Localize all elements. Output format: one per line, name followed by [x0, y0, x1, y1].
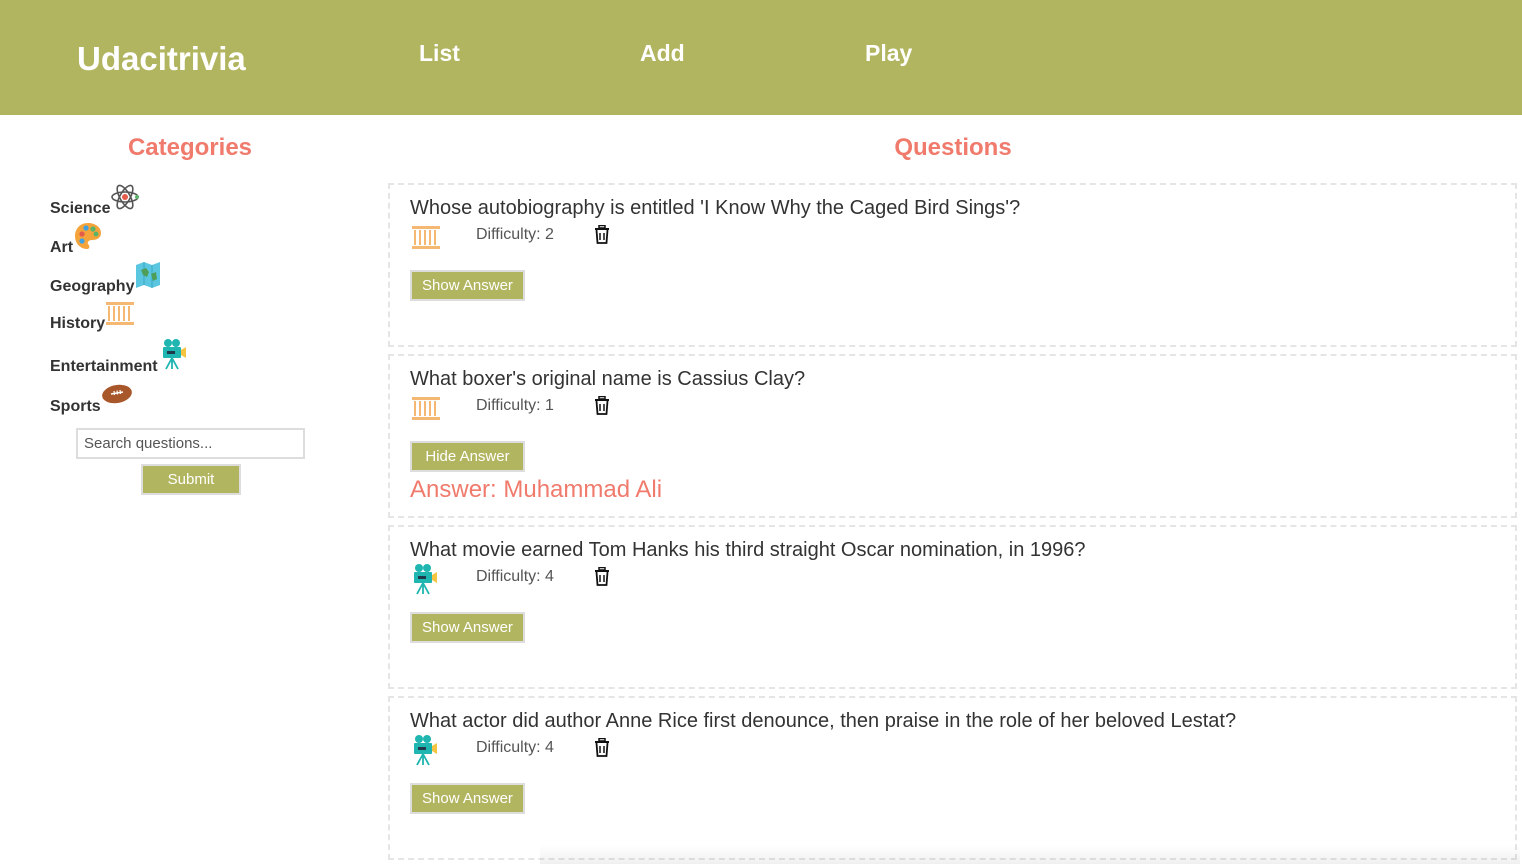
question-card: Whose autobiography is entitled 'I Know …	[388, 183, 1517, 347]
history-columns-icon	[410, 223, 442, 256]
difficulty-label: Difficulty: 1	[476, 397, 554, 414]
show-answer-button[interactable]: Show Answer	[410, 783, 525, 814]
categories-title: Categories	[127, 134, 253, 161]
history-columns-icon	[105, 299, 135, 332]
category-sports[interactable]: Sports	[50, 382, 133, 415]
question-card: What boxer's original name is Cassius Cl…	[388, 354, 1517, 518]
show-answer-button[interactable]: Show Answer	[410, 270, 525, 301]
nav-play[interactable]: Play	[865, 40, 912, 67]
entertainment-camera-icon	[412, 734, 438, 771]
delete-trash-icon[interactable]	[593, 224, 611, 250]
question-text: What boxer's original name is Cassius Cl…	[410, 368, 806, 390]
delete-trash-icon[interactable]	[593, 566, 611, 592]
questions-title: Questions	[894, 134, 1012, 161]
nav-list[interactable]: List	[419, 40, 460, 67]
category-label: History	[50, 315, 106, 332]
header-bar: Udacitrivia List Add Play	[0, 0, 1522, 115]
difficulty-label: Difficulty: 4	[476, 568, 554, 585]
category-art[interactable]: Art	[50, 221, 103, 256]
entertainment-camera-icon	[161, 338, 187, 375]
nav-add[interactable]: Add	[640, 40, 685, 67]
question-text: What movie earned Tom Hanks his third st…	[410, 539, 1086, 561]
category-entertainment[interactable]: Entertainment	[50, 338, 187, 375]
category-label: Science	[50, 200, 111, 217]
question-text: What actor did author Anne Rice first de…	[410, 710, 1237, 732]
app-logo[interactable]: Udacitrivia	[77, 40, 246, 78]
show-answer-button[interactable]: Show Answer	[410, 612, 525, 643]
history-columns-icon	[410, 394, 442, 427]
category-history[interactable]: History	[50, 299, 135, 332]
difficulty-label: Difficulty: 2	[476, 226, 554, 243]
question-card: What movie earned Tom Hanks his third st…	[388, 525, 1517, 689]
art-palette-icon	[73, 221, 103, 256]
difficulty-label: Difficulty: 4	[476, 739, 554, 756]
question-card: What actor did author Anne Rice first de…	[388, 696, 1517, 860]
category-science[interactable]: Science	[50, 182, 140, 217]
sports-football-icon	[101, 382, 133, 411]
question-text: Whose autobiography is entitled 'I Know …	[410, 197, 1021, 219]
category-geography[interactable]: Geography	[50, 260, 162, 295]
delete-trash-icon[interactable]	[593, 395, 611, 421]
geography-map-icon	[134, 260, 162, 295]
bottom-shadow	[540, 845, 1520, 864]
delete-trash-icon[interactable]	[593, 737, 611, 763]
category-label: Entertainment	[50, 358, 158, 375]
search-submit-button[interactable]: Submit	[141, 464, 241, 495]
entertainment-camera-icon	[412, 563, 438, 600]
category-label: Art	[50, 239, 74, 256]
hide-answer-button[interactable]: Hide Answer	[410, 441, 525, 472]
category-label: Geography	[50, 278, 135, 295]
category-label: Sports	[50, 398, 101, 415]
science-atom-icon	[110, 182, 140, 217]
search-input[interactable]	[76, 428, 305, 459]
answer-text: Answer: Muhammad Ali	[410, 476, 663, 503]
